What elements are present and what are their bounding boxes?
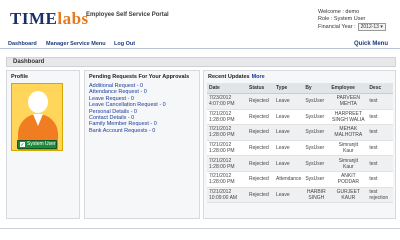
cell-date: 7/21/2012 1:28:00 PM: [207, 124, 247, 141]
profile-title: Profile: [11, 74, 29, 80]
cell-date: 7/21/2012 1:28:00 PM: [207, 109, 247, 126]
pending-requests-panel: Pending Requests For Your Approvals Addi…: [84, 70, 200, 219]
pending-item-leave-cancellation[interactable]: Leave Cancellation Request - 0: [89, 102, 166, 108]
cell-by: SysUser: [303, 171, 330, 188]
recent-updates-panel: Recent Updates More Date Status Type By E…: [203, 70, 396, 219]
recent-updates-title: Recent Updates: [208, 74, 250, 80]
financial-year-value: 2012-13: [360, 24, 379, 30]
avatar: ✓ System User: [11, 83, 63, 151]
pending-requests-list: Additional Request - 0 Attendance Reques…: [89, 83, 166, 134]
cell-type: Leave: [274, 187, 304, 204]
check-icon: ✓: [20, 142, 25, 147]
role-badge: ✓ System User: [17, 140, 57, 149]
profile-panel: Profile ✓ System User: [6, 70, 80, 219]
cell-status: Rejected: [247, 155, 274, 172]
cell-desc: test: [367, 140, 393, 157]
col-type[interactable]: Type: [274, 83, 304, 94]
cell-desc: test: [367, 124, 393, 141]
cell-employee: Simranjit Kaur: [329, 155, 368, 172]
table-row: 7/21/2012 1:28:00 PM Rejected Leave SysUs…: [207, 124, 393, 141]
financial-year-label: Financial Year :: [318, 24, 356, 30]
cell-by: SysUser: [303, 155, 330, 172]
cell-employee: PARVEEN MEHTA: [329, 93, 368, 110]
cell-employee: MEHAK MALHOTRA: [329, 124, 368, 141]
cell-type: Leave: [274, 140, 304, 157]
logo-text-accent: labs: [57, 9, 89, 28]
pending-item-bank-account[interactable]: Bank Account Requests - 0: [89, 128, 166, 134]
table-header-row: Date Status Type By Employee Desc: [207, 83, 393, 94]
more-link[interactable]: More: [252, 74, 265, 80]
dashboard-tab-label: Dashboard: [13, 59, 45, 65]
cell-desc: test: [367, 93, 393, 110]
col-date[interactable]: Date: [207, 83, 247, 94]
cell-employee: GURJEET KAUR: [329, 187, 368, 204]
cell-date: 7/21/2012 1:28:00 PM: [207, 171, 247, 188]
cell-desc: test: [367, 171, 393, 188]
col-desc[interactable]: Desc: [367, 83, 393, 94]
cell-status: Rejected: [247, 140, 274, 157]
user-info-box: Welcome : demo Role : System User Financ…: [318, 9, 386, 31]
cell-by: HARBIR SINGH: [303, 187, 330, 204]
cell-desc: test: [367, 109, 393, 126]
main-nav: Dashboard Manager Service Menu Log Out Q…: [0, 39, 400, 49]
financial-year-row: Financial Year :2012-13 ▾: [318, 23, 386, 31]
cell-employee: Simranjit Kaur: [329, 140, 368, 157]
recent-updates-table: Date Status Type By Employee Desc 7/23/2…: [207, 83, 393, 204]
cell-by: SysUser: [303, 109, 330, 126]
nav-logout[interactable]: Log Out: [114, 41, 135, 47]
cell-date: 7/21/2012 1:28:00 PM: [207, 140, 247, 157]
cell-date: 7/23/2012 4:07:00 PM: [207, 93, 247, 110]
footer-divider: [0, 228, 400, 229]
cell-date: 7/21/2012 1:28:00 PM: [207, 155, 247, 172]
financial-year-select[interactable]: 2012-13 ▾: [357, 23, 386, 31]
cell-type: Leave: [274, 155, 304, 172]
recent-updates-heading: Recent Updates More: [208, 74, 265, 80]
nav-manager-service-menu[interactable]: Manager Service Menu: [46, 41, 106, 47]
portal-title: Employee Self Service Portal: [86, 12, 169, 18]
cell-status: Rejected: [247, 93, 274, 110]
pending-requests-title: Pending Requests For Your Approvals: [89, 74, 190, 80]
app-header: TIMElabs Employee Self Service Portal We…: [0, 0, 400, 36]
welcome-text: Welcome : demo: [318, 9, 360, 15]
col-employee[interactable]: Employee: [329, 83, 368, 94]
table-row: 7/23/2012 4:07:00 PM Rejected Leave SysUs…: [207, 93, 393, 110]
cell-type: Leave: [274, 109, 304, 126]
cell-status: Rejected: [247, 109, 274, 126]
nav-dashboard[interactable]: Dashboard: [8, 41, 37, 47]
table-row: 7/21/2012 1:28:00 PM Rejected Leave SysUs…: [207, 155, 393, 172]
avatar-head-shape: [28, 91, 48, 113]
table-row: 7/21/2012 1:28:00 PM Rejected Leave SysUs…: [207, 109, 393, 126]
col-status[interactable]: Status: [247, 83, 274, 94]
cell-type: Attendance: [274, 171, 304, 188]
pending-item-family-member[interactable]: Family Member Request - 0: [89, 121, 166, 127]
table-row: 7/21/2012 1:28:00 PM Rejected Leave SysUs…: [207, 140, 393, 157]
cell-type: Leave: [274, 93, 304, 110]
cell-status: Rejected: [247, 187, 274, 204]
quick-menu-link[interactable]: Quick Menu: [354, 41, 388, 47]
table-row: 7/21/2012 1:28:00 PM Rejected Attendance …: [207, 171, 393, 188]
timelabs-logo[interactable]: TIMElabs: [10, 9, 89, 29]
col-by[interactable]: By: [303, 83, 330, 94]
cell-desc: test: [367, 155, 393, 172]
table-row: 7/21/2012 10:09:00 AM Rejected Leave HARB…: [207, 187, 393, 204]
cell-employee: HARPREET SINGH WALIA: [329, 109, 368, 126]
cell-status: Rejected: [247, 171, 274, 188]
dashboard-tab: Dashboard: [6, 57, 396, 67]
logo-text-main: TIME: [10, 9, 58, 28]
cell-status: Rejected: [247, 124, 274, 141]
cell-by: SysUser: [303, 93, 330, 110]
cell-by: SysUser: [303, 140, 330, 157]
cell-date: 7/21/2012 10:09:00 AM: [207, 187, 247, 204]
role-badge-label: System User: [27, 141, 56, 147]
cell-employee: ANKIT PODDAR: [329, 171, 368, 188]
cell-type: Leave: [274, 124, 304, 141]
cell-desc: test rejection: [367, 187, 393, 204]
role-text: Role : System User: [318, 16, 366, 22]
cell-by: SysUser: [303, 124, 330, 141]
